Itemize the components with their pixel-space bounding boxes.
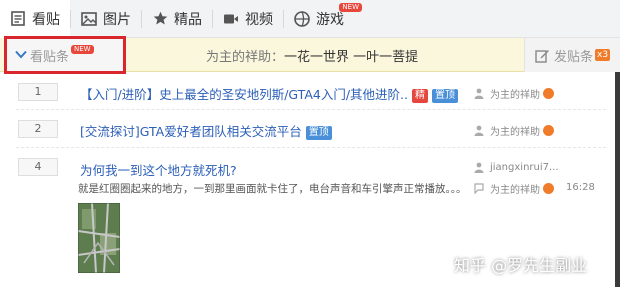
author-name[interactable]: 为主的祥助 <box>490 86 540 101</box>
thread-row: 2 [交流探讨]GTA爱好者团队相关交流平台 置顶 为主的祥助 <box>16 110 606 148</box>
tab-videos[interactable]: 视频 <box>213 0 283 38</box>
thread-title[interactable]: 为何我一到这个地方就死机? <box>80 160 237 179</box>
video-icon <box>223 11 239 27</box>
scrollbar[interactable] <box>615 72 620 287</box>
tab-posts-label: 看贴 <box>32 11 60 28</box>
tab-games-label: 游戏 <box>316 11 344 28</box>
image-icon <box>81 11 97 27</box>
notice-text: 为主的祥助：一花一世界 一叶一菩提 <box>206 46 418 65</box>
thread-author[interactable]: 为主的祥助 <box>474 123 554 138</box>
tab-posts[interactable]: 看贴 <box>0 0 70 38</box>
reply-count: 2 <box>18 120 58 138</box>
edit-icon <box>535 48 550 63</box>
collapse-notice-button[interactable]: 看贴条 NEW <box>4 36 126 74</box>
pinned-tag: 置顶 <box>432 89 458 103</box>
pinned-tag: 置顶 <box>305 126 332 140</box>
thread-thumbnail-image[interactable] <box>78 203 120 273</box>
thread-title[interactable]: 【入门/进阶】史上最全的圣安地列斯/GTA4入门/其他进阶.. 精置顶 <box>80 84 458 103</box>
thread-snippet: 就是红圈圈起来的地方，一到那里画面就卡住了，电台声音和车引擎声正常播放。。。 <box>78 183 467 195</box>
level-icon <box>543 125 554 136</box>
tab-images-label: 图片 <box>103 11 131 28</box>
level-icon <box>543 88 554 99</box>
watermark: 知乎 @罗先生副业 <box>454 256 588 275</box>
tab-featured-label: 精品 <box>174 11 202 28</box>
tab-featured[interactable]: 精品 <box>142 0 212 38</box>
user-icon <box>474 162 484 173</box>
author-name[interactable]: jiangxinrui7... <box>490 162 559 173</box>
thread-author[interactable]: jiangxinrui7... <box>474 162 559 173</box>
collapse-notice-label: 看贴条 <box>30 49 70 65</box>
thread-title[interactable]: [交流探讨]GTA爱好者团队相关交流平台 置顶 <box>80 121 332 140</box>
post-notice-button[interactable]: 发贴条 x3 <box>524 38 620 72</box>
last-reply-time: 16:28 <box>566 182 595 193</box>
reply-count: 4 <box>18 158 58 176</box>
notice-message: 一花一世界 一叶一菩提 <box>284 50 419 65</box>
tab-images[interactable]: 图片 <box>71 0 141 38</box>
chevron-down-icon <box>15 48 27 63</box>
new-badge: NEW <box>71 45 94 54</box>
post-count-badge: x3 <box>595 49 611 61</box>
game-icon <box>294 10 310 27</box>
thread-title-text[interactable]: [交流探讨]GTA爱好者团队相关交流平台 <box>80 124 302 139</box>
star-icon <box>152 11 168 27</box>
new-badge: NEW <box>339 2 362 12</box>
notice-prefix: 为主的祥助： <box>206 50 285 65</box>
featured-tag: 精 <box>412 89 428 103</box>
tab-games[interactable]: 游戏 NEW <box>284 0 362 38</box>
document-icon <box>10 11 26 27</box>
thread-title-text[interactable]: 【入门/进阶】史上最全的圣安地列斯/GTA4入门/其他进阶.. <box>80 87 408 102</box>
forum-tab-bar: 看贴 图片 精品 视频 游戏 NEW <box>0 0 620 38</box>
tab-videos-label: 视频 <box>245 11 273 28</box>
last-reply-name[interactable]: 为主的祥助 <box>490 181 540 196</box>
reply-count: 1 <box>18 83 58 101</box>
level-icon <box>543 183 554 194</box>
reply-icon <box>474 183 484 194</box>
user-icon <box>474 125 484 136</box>
thread-row: 1 【入门/进阶】史上最全的圣安地列斯/GTA4入门/其他进阶.. 精置顶 为主的… <box>16 74 606 110</box>
last-reply-user[interactable]: 为主的祥助 <box>474 181 554 196</box>
author-name[interactable]: 为主的祥助 <box>490 123 540 138</box>
thread-author[interactable]: 为主的祥助 <box>474 86 554 101</box>
post-notice-label: 发贴条 <box>554 49 594 65</box>
user-icon <box>474 88 484 99</box>
